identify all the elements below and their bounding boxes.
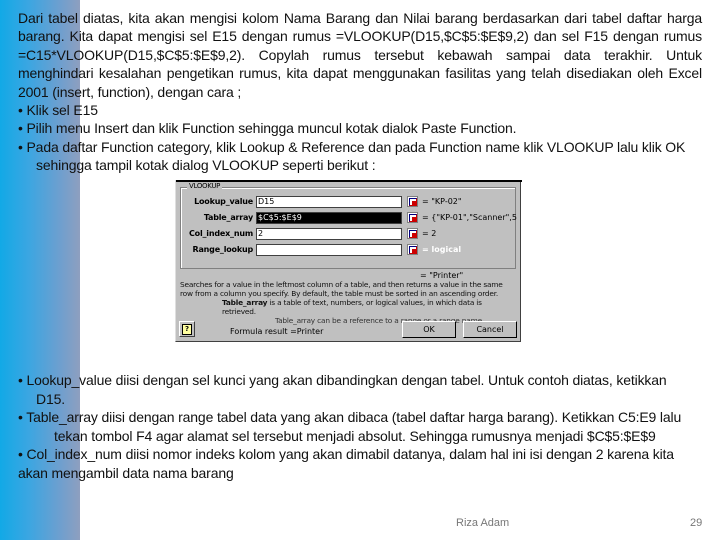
arg-row-range-lookup: Range_lookup = logical: [181, 244, 515, 257]
step-click-cell: • Klik sel E15: [18, 102, 98, 119]
dialog-top-border: [176, 180, 522, 182]
formula-result-preview: = "Printer": [420, 271, 464, 280]
table-array-explanation: • Table_array diisi dengan range tabel d…: [18, 409, 682, 425]
table-array-input[interactable]: $C$5:$E$9: [256, 212, 402, 224]
arg-result: = {"KP-01","Scanner",5: [422, 213, 517, 222]
arg-result: = logical: [422, 245, 462, 254]
table-array-absolute-note: tekan tombol F4 agar alamat sel tersebut…: [54, 427, 656, 444]
function-description: Searches for a value in the leftmost col…: [180, 280, 516, 325]
arg-row-table-array: Table_array $C$5:$E$9 = {"KP-01","Scanne…: [181, 212, 517, 225]
lookup-value-example: D15.: [36, 390, 65, 407]
lookup-value-input[interactable]: D15: [256, 196, 402, 208]
arg-result: = "KP-02": [422, 197, 462, 206]
intro-text-block: Dari tabel diatas, kita akan mengisi kol…: [18, 9, 702, 175]
col-index-explanation: • Col_index_num diisi nomor indeks kolom…: [18, 446, 674, 462]
argument-name: Table_array: [222, 298, 268, 307]
arg-row-lookup-value: Lookup_value D15 = "KP-02": [181, 196, 515, 209]
step-dialog-appears: sehingga tampil kotak dialog VLOOKUP sep…: [36, 157, 376, 174]
help-icon: ?: [182, 323, 192, 335]
intro-paragraph: Dari tabel diatas, kita akan mengisi kol…: [18, 10, 702, 100]
office-assistant-button[interactable]: ?: [179, 321, 195, 337]
col-index-explanation-cont: akan mengambil data nama barang: [18, 464, 234, 481]
explanation-text-block: • Lookup_value diisi dengan sel kunci ya…: [18, 371, 702, 482]
arg-row-col-index-num: Col_index_num 2 = 2: [181, 228, 515, 241]
arg-result: = 2: [422, 229, 437, 238]
arg-label: Table_array: [203, 213, 253, 222]
collapse-dialog-icon[interactable]: [407, 212, 418, 223]
collapse-dialog-icon[interactable]: [407, 196, 418, 207]
footer-author: Riza Adam: [456, 517, 510, 529]
arg-label: Lookup_value: [194, 197, 253, 206]
vlookup-args-group: VLOOKUP Lookup_value D15 = "KP-02" Table…: [180, 182, 517, 269]
step-choose-category: • Pada daftar Function category, klik Lo…: [18, 138, 686, 155]
group-title: VLOOKUP: [187, 182, 223, 190]
vlookup-dialog: VLOOKUP Lookup_value D15 = "KP-02" Table…: [175, 180, 522, 342]
slide-number: 29: [690, 517, 703, 529]
range-lookup-input[interactable]: [256, 244, 402, 256]
arg-label: Range_lookup: [192, 245, 254, 254]
cancel-button[interactable]: Cancel: [463, 321, 517, 338]
lookup-value-explanation: • Lookup_value diisi dengan sel kunci ya…: [18, 372, 667, 388]
step-insert-function: • Pilih menu Insert dan klik Function se…: [18, 120, 517, 137]
ok-button[interactable]: OK: [402, 321, 456, 338]
formula-result: Formula result =Printer: [230, 327, 324, 336]
function-description-text: Searches for a value in the leftmost col…: [180, 280, 503, 298]
arg-label: Col_index_num: [189, 229, 253, 238]
argument-description: Table_array is a table of text, numbers,…: [180, 298, 516, 316]
collapse-dialog-icon[interactable]: [407, 228, 418, 239]
collapse-dialog-icon[interactable]: [407, 244, 418, 255]
col-index-num-input[interactable]: 2: [256, 228, 402, 240]
